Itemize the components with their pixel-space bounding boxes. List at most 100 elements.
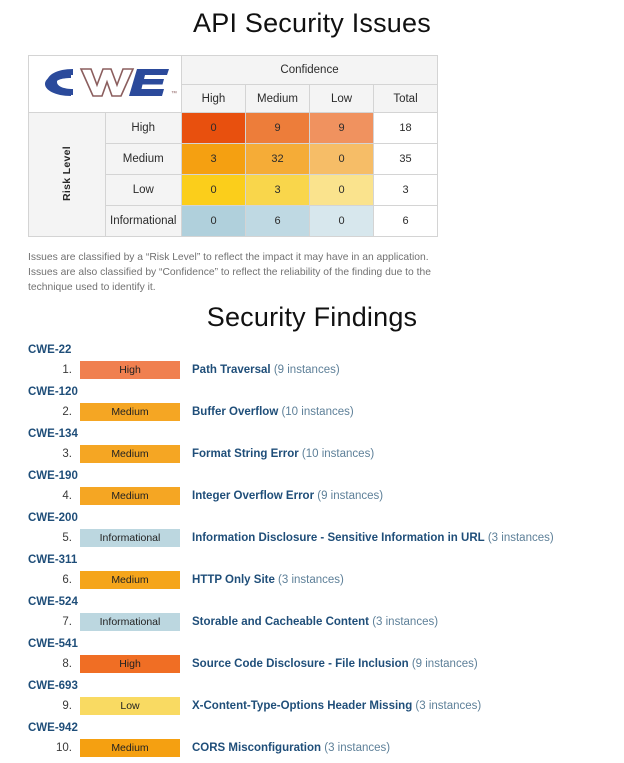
finding-cwe-id: CWE-942 <box>28 721 78 734</box>
finding-description: X-Content-Type-Options Header Missing (3… <box>192 700 481 712</box>
finding-description: Buffer Overflow (10 instances) <box>192 406 354 418</box>
finding-cwe-id: CWE-200 <box>28 511 78 524</box>
finding-severity-badge: Medium <box>80 486 180 505</box>
finding-severity-badge: Medium <box>80 444 180 463</box>
finding-name: CORS Misconfiguration <box>192 741 322 754</box>
matrix-confidence-header: Confidence <box>181 55 438 85</box>
finding-instance-count: (9 instances) <box>408 657 478 670</box>
finding-name: X-Content-Type-Options Header Missing <box>192 699 413 712</box>
finding-severity-badge: High <box>80 654 180 673</box>
finding-severity-badge: Informational <box>80 612 180 631</box>
finding-number: 7. <box>62 615 72 628</box>
matrix-total-low: 3 <box>373 174 438 206</box>
finding-row[interactable]: 10. Medium CORS Misconfiguration (3 instan… <box>0 737 624 759</box>
matrix-row-label-low: Low <box>104 174 182 206</box>
page-title-api-security-issues: API Security Issues <box>193 8 431 38</box>
finding-cwe-id: CWE-693 <box>28 679 78 692</box>
matrix-cell-medium-medium: 32 <box>245 143 310 175</box>
finding-name: Source Code Disclosure - File Inclusion <box>192 657 409 670</box>
matrix-header-row-confidence: ™ Confidence <box>28 55 438 113</box>
finding-row[interactable]: 8. High Source Code Disclosure - File Incl… <box>0 653 624 675</box>
matrix-column-header-medium: Medium <box>245 84 310 113</box>
matrix-column-header-low: Low <box>309 84 374 113</box>
finding-number: 5. <box>62 531 72 544</box>
finding-row[interactable]: 5. Informational Information Disclosure - … <box>0 527 624 549</box>
finding-instance-count: (3 instances) <box>412 699 482 712</box>
finding-cwe-id: CWE-311 <box>28 553 78 566</box>
finding-instance-count: (10 instances) <box>298 447 375 460</box>
matrix-row-label-medium: Medium <box>104 143 182 175</box>
finding-description: HTTP Only Site (3 instances) <box>192 574 344 586</box>
matrix-total-high: 18 <box>373 112 438 144</box>
finding-description: Integer Overflow Error (9 instances) <box>192 490 383 502</box>
matrix-cell-low-medium: 3 <box>245 174 310 206</box>
risk-confidence-matrix-table: ™ Confidence High Medium Low Total Risk … <box>28 55 438 237</box>
finding-number: 2. <box>62 405 72 418</box>
finding-description: Source Code Disclosure - File Inclusion … <box>192 658 478 670</box>
matrix-cell-informational-high: 0 <box>181 205 246 237</box>
matrix-total-medium: 35 <box>373 143 438 175</box>
matrix-total-informational: 6 <box>373 205 438 237</box>
page-title-security-findings: Security Findings <box>206 301 418 332</box>
finding-instance-count: (3 instances) <box>484 531 554 544</box>
matrix-cell-medium-low: 0 <box>309 143 374 175</box>
finding-number: 6. <box>62 573 72 586</box>
finding-instance-count: (9 instances) <box>270 363 340 376</box>
matrix-cell-informational-low: 0 <box>309 205 374 237</box>
finding-severity-badge: Medium <box>80 570 180 589</box>
finding-severity-badge: Medium <box>80 402 180 421</box>
security-findings-list: CWE-22 1. High Path Traversal (9 instances)… <box>0 339 624 759</box>
finding-name: Format String Error <box>192 447 299 460</box>
finding-row[interactable]: 6. Medium HTTP Only Site (3 instances) <box>0 569 624 591</box>
finding-cwe-id: CWE-541 <box>28 637 78 650</box>
finding-row[interactable]: 7. Informational Storable and Cacheable Co… <box>0 611 624 633</box>
matrix-cell-high-medium: 9 <box>245 112 310 144</box>
matrix-cell-low-low: 0 <box>309 174 374 206</box>
finding-row[interactable]: 3. Medium Format String Error (10 instance… <box>0 443 624 465</box>
finding-number: 8. <box>62 657 72 670</box>
finding-row[interactable]: 1. High Path Traversal (9 instances) <box>0 359 624 381</box>
finding-number: 1. <box>62 363 72 376</box>
finding-severity-badge: Informational <box>80 528 180 547</box>
finding-instance-count: (3 instances) <box>274 573 344 586</box>
finding-name: Path Traversal <box>192 363 271 376</box>
matrix-row-label-high: High <box>104 112 182 144</box>
cwe-logo-trademark: ™ <box>171 90 177 97</box>
cwe-logo-icon: ™ <box>45 68 177 97</box>
finding-name: Information Disclosure - Sensitive Infor… <box>192 531 485 544</box>
finding-row[interactable]: 4. Medium Integer Overflow Error (9 instan… <box>0 485 624 507</box>
finding-number: 9. <box>62 699 72 712</box>
matrix-cell-high-high: 0 <box>181 112 246 144</box>
matrix-risk-level-label-cell: Risk Level <box>28 112 106 237</box>
finding-instance-count: (3 instances) <box>321 741 391 754</box>
finding-description: Storable and Cacheable Content (3 instan… <box>192 616 438 628</box>
cwe-logo-cell: ™ <box>28 55 182 113</box>
matrix-column-header-high: High <box>181 84 246 113</box>
finding-row[interactable]: 9. Low X-Content-Type-Options Header Missi… <box>0 695 624 717</box>
finding-severity-badge: High <box>80 360 180 379</box>
finding-cwe-id: CWE-190 <box>28 469 78 482</box>
finding-instance-count: (9 instances) <box>314 489 384 502</box>
finding-severity-badge: Low <box>80 696 180 715</box>
finding-number: 3. <box>62 447 72 460</box>
matrix-description-text: Issues are classified by a “Risk Level” … <box>28 252 431 293</box>
finding-cwe-id: CWE-120 <box>28 385 78 398</box>
finding-number: 10. <box>56 741 72 754</box>
matrix-cell-low-high: 0 <box>181 174 246 206</box>
matrix-cell-high-low: 9 <box>309 112 374 144</box>
matrix-column-header-total: Total <box>373 84 438 113</box>
risk-confidence-matrix-container: ™ Confidence High Medium Low Total Risk … <box>28 55 438 237</box>
finding-name: HTTP Only Site <box>192 573 275 586</box>
finding-instance-count: (3 instances) <box>369 615 439 628</box>
finding-description: Information Disclosure - Sensitive Infor… <box>192 532 554 544</box>
finding-name: Integer Overflow Error <box>192 489 315 502</box>
finding-instance-count: (10 instances) <box>278 405 354 418</box>
finding-description: CORS Misconfiguration (3 instances) <box>192 742 390 754</box>
finding-row[interactable]: 2. Medium Buffer Overflow (10 instances) <box>0 401 624 423</box>
matrix-cell-medium-high: 3 <box>181 143 246 175</box>
finding-name: Buffer Overflow <box>192 405 279 418</box>
finding-description: Format String Error (10 instances) <box>192 448 374 460</box>
finding-number: 4. <box>62 489 72 502</box>
finding-cwe-id: CWE-134 <box>28 427 78 440</box>
finding-description: Path Traversal (9 instances) <box>192 364 340 376</box>
